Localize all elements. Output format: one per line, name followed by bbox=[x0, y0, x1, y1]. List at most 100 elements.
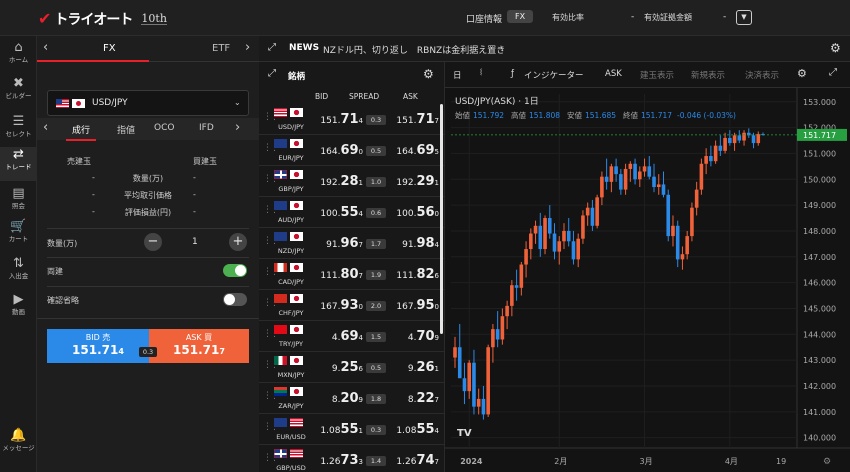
ask-price[interactable]: 111.826 bbox=[387, 267, 439, 282]
ask-price[interactable]: 100.560 bbox=[387, 205, 439, 220]
ask-button[interactable]: ASK bbox=[605, 69, 622, 79]
candle bbox=[524, 241, 528, 278]
tab-ifd[interactable]: IFD bbox=[199, 123, 214, 133]
rate-row[interactable]: ⋮⋮ EUR/JPY 164.690 0.5 164.695 bbox=[259, 135, 444, 166]
pair-flags bbox=[274, 294, 306, 306]
sidebar-item-2[interactable]: ☰ セレクト bbox=[0, 114, 37, 148]
bid-price-pips: 69 bbox=[340, 329, 359, 344]
rate-row[interactable]: ⋮⋮ NZD/JPY 91.967 1.7 91.984 bbox=[259, 228, 444, 259]
bid-price[interactable]: 9.256 bbox=[313, 360, 363, 375]
ask-price-pips: 55 bbox=[416, 422, 435, 437]
chevron-left-icon[interactable]: ‹ bbox=[43, 120, 48, 135]
ask-price[interactable]: 1.08554 bbox=[387, 422, 439, 437]
chart-config-icon[interactable]: ⚙ bbox=[823, 457, 831, 467]
gear-icon[interactable]: ⚙ bbox=[423, 67, 434, 81]
gear-icon[interactable]: ⚙ bbox=[830, 41, 841, 55]
brand-logo[interactable]: ✔ トライオート 10th bbox=[38, 9, 167, 29]
rate-row[interactable]: ⋮⋮ GBP/JPY 192.281 1.0 192.291 bbox=[259, 166, 444, 197]
candle-type-icon[interactable]: ⧙ bbox=[480, 67, 482, 78]
rate-row[interactable]: ⋮⋮ TRY/JPY 4.694 1.5 4.709 bbox=[259, 321, 444, 352]
ask-price[interactable]: 151.717 bbox=[387, 112, 439, 127]
rate-row[interactable]: ⋮⋮ GBP/USD 1.26733 1.4 1.26747 bbox=[259, 445, 444, 472]
sidebar-item-6[interactable]: ⇅ 入出金 bbox=[0, 256, 37, 290]
rate-row[interactable]: ⋮⋮ AUD/JPY 100.554 0.6 100.560 bbox=[259, 197, 444, 228]
bid-price[interactable]: 100.554 bbox=[313, 205, 363, 220]
rate-row[interactable]: ⋮⋮ ZAR/JPY 8.209 1.8 8.227 bbox=[259, 383, 444, 414]
ask-price[interactable]: 91.984 bbox=[387, 236, 439, 251]
sell-bid-button[interactable]: BID 売 151.714 bbox=[47, 329, 149, 363]
ask-price[interactable]: 8.227 bbox=[387, 391, 439, 406]
expand-icon[interactable]: ⤢ bbox=[268, 68, 276, 79]
rate-row[interactable]: ⋮⋮ CHF/JPY 167.930 2.0 167.950 bbox=[259, 290, 444, 321]
ask-price[interactable]: 1.26747 bbox=[387, 453, 439, 468]
chevron-right-icon[interactable]: › bbox=[245, 40, 250, 55]
candle-body bbox=[457, 347, 462, 379]
bid-price[interactable]: 167.930 bbox=[313, 298, 363, 313]
sidebar-item-1[interactable]: ✖ ビルダー bbox=[0, 76, 37, 110]
bid-price[interactable]: 1.08551 bbox=[313, 422, 363, 437]
rate-row[interactable]: ⋮⋮ USD/JPY 151.714 0.3 151.717 bbox=[259, 104, 444, 135]
sidebar-item-0[interactable]: ⌂ ホーム bbox=[0, 40, 37, 74]
rate-row[interactable]: ⋮⋮ EUR/USD 1.08551 0.3 1.08554 bbox=[259, 414, 444, 445]
buy-ask-button[interactable]: ASK 買 151.717 bbox=[149, 329, 249, 363]
pair-select[interactable]: USD/JPY ⌄ bbox=[47, 90, 249, 116]
bid-price[interactable]: 151.714 bbox=[313, 112, 363, 127]
bid-price-head: 100. bbox=[320, 209, 341, 219]
quantity-input[interactable]: 1 bbox=[192, 237, 198, 247]
ohlc-open-label: 始値 bbox=[455, 110, 470, 120]
bid-price[interactable]: 111.807 bbox=[313, 267, 363, 282]
chart-settings-icon[interactable]: ⚙ bbox=[797, 67, 807, 80]
rate-list-scrollbar[interactable] bbox=[440, 104, 443, 334]
ask-price[interactable]: 4.709 bbox=[387, 329, 439, 344]
tab-limit-order[interactable]: 指値 bbox=[117, 123, 135, 136]
ask-price[interactable]: 192.291 bbox=[387, 174, 439, 189]
indicator-button[interactable]: インジケーター bbox=[524, 69, 584, 81]
quantity-minus-button[interactable]: − bbox=[144, 233, 162, 251]
account-type-badge[interactable]: FX bbox=[507, 10, 534, 23]
tab-market-order[interactable]: 成行 bbox=[66, 123, 97, 141]
sidebar-item-7[interactable]: ▶ 動画 bbox=[0, 292, 37, 326]
chevron-left-icon[interactable]: ‹ bbox=[43, 40, 48, 55]
chevron-right-icon[interactable]: › bbox=[235, 120, 240, 135]
quantity-plus-button[interactable]: + bbox=[229, 233, 247, 251]
hedge-toggle[interactable] bbox=[223, 264, 247, 277]
bid-price[interactable]: 1.26733 bbox=[313, 453, 363, 468]
account-dropdown-button[interactable]: ▼ bbox=[736, 10, 752, 25]
settlement-display-button[interactable]: 決済表示 bbox=[745, 69, 779, 81]
tab-etf[interactable]: ETF bbox=[212, 43, 230, 54]
bid-price[interactable]: 192.281 bbox=[313, 174, 363, 189]
new-order-display-button[interactable]: 新規表示 bbox=[691, 69, 725, 81]
ask-price[interactable]: 164.695 bbox=[387, 143, 439, 158]
rate-row[interactable]: ⋮⋮ MXN/JPY 9.256 0.5 9.261 bbox=[259, 352, 444, 383]
tab-oco[interactable]: OCO bbox=[154, 123, 174, 133]
sidebar-item-8[interactable]: 🔔 メッセージ bbox=[0, 428, 37, 462]
bid-price[interactable]: 91.967 bbox=[313, 236, 363, 251]
candle-body bbox=[751, 135, 756, 144]
bid-price[interactable]: 164.690 bbox=[313, 143, 363, 158]
account-info-label[interactable]: 口座情報 bbox=[466, 12, 502, 25]
y-tick-label: 150.000 bbox=[803, 175, 836, 184]
skip-confirm-toggle[interactable] bbox=[223, 293, 247, 306]
sidebar-item-label: カート bbox=[8, 235, 29, 243]
candle bbox=[495, 311, 500, 348]
ask-price[interactable]: 9.261 bbox=[387, 360, 439, 375]
bid-price-pips: 20 bbox=[340, 391, 359, 406]
tab-fx[interactable]: FX bbox=[103, 43, 116, 54]
position-display-button[interactable]: 建玉表示 bbox=[640, 69, 674, 81]
ask-price-tail: 4 bbox=[434, 241, 439, 249]
sidebar-item-3[interactable]: ⇄ トレード bbox=[0, 147, 37, 181]
fullscreen-icon[interactable]: ⤢ bbox=[829, 67, 837, 78]
news-bar[interactable]: ⤢ NEWS NZドル円、切り返し RBNZは金利据え置き ⚙ bbox=[259, 36, 850, 62]
news-headline[interactable]: NZドル円、切り返し RBNZは金利据え置き bbox=[323, 43, 505, 56]
sidebar-item-4[interactable]: ▤ 照会 bbox=[0, 186, 37, 220]
candlestick-chart[interactable]: 153.000152.000151.000150.000149.000148.0… bbox=[445, 88, 850, 472]
bid-price[interactable]: 8.209 bbox=[313, 391, 363, 406]
bid-price[interactable]: 4.694 bbox=[313, 329, 363, 344]
rate-row[interactable]: ⋮⋮ CAD/JPY 111.807 1.9 111.826 bbox=[259, 259, 444, 290]
ask-price[interactable]: 167.950 bbox=[387, 298, 439, 313]
expand-icon[interactable]: ⤢ bbox=[268, 42, 276, 53]
interval-button[interactable]: 日 bbox=[453, 69, 462, 81]
mx-flag-icon bbox=[274, 356, 287, 365]
sidebar-item-5[interactable]: 🛒 カート bbox=[0, 219, 37, 253]
y-tick-label: 140.000 bbox=[803, 434, 836, 443]
